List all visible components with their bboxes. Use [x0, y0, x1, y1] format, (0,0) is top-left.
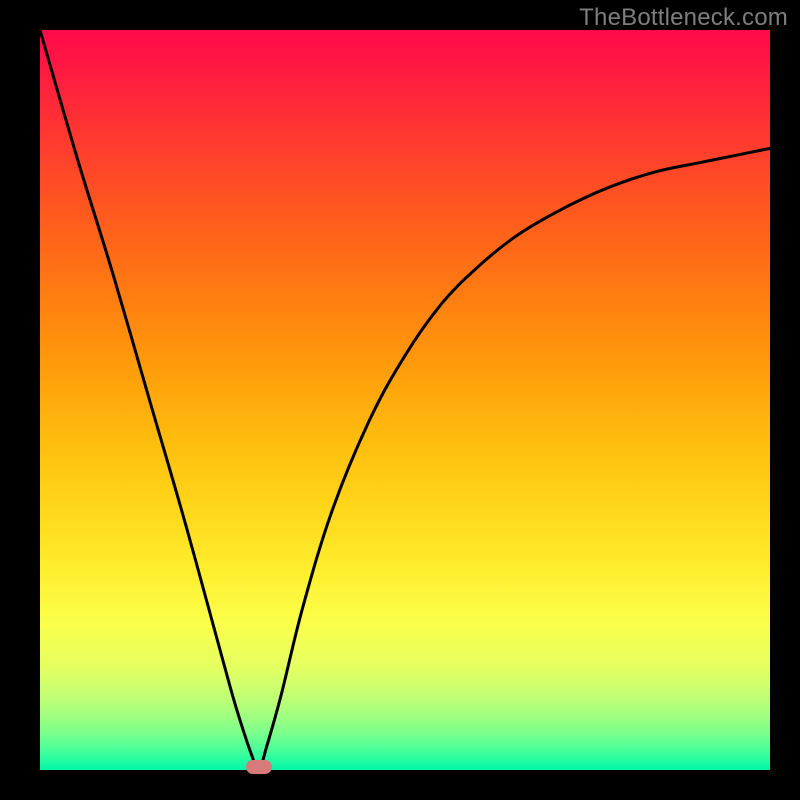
watermark-text: TheBottleneck.com — [579, 4, 788, 32]
chart-frame: TheBottleneck.com — [0, 0, 800, 800]
plot-area — [40, 30, 770, 770]
bottleneck-curve — [40, 30, 770, 770]
optimal-point-marker — [246, 760, 272, 774]
